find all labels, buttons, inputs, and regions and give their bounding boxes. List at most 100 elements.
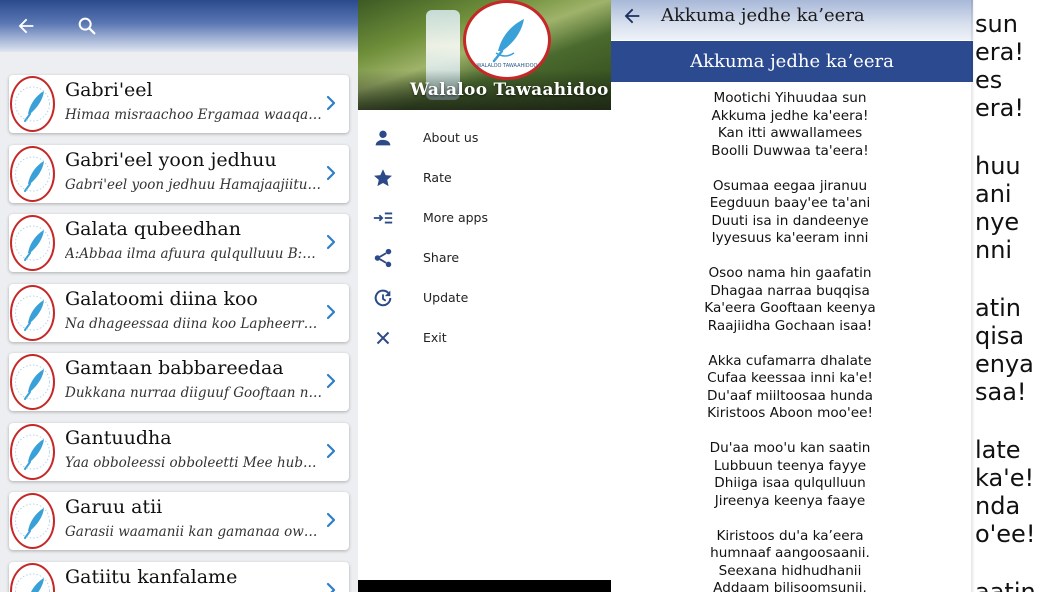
share-icon: [372, 247, 394, 269]
drawer-menu-item[interactable]: Rate: [358, 158, 611, 198]
detail-app-bar-title: Akkuma jedhe ka’eera: [661, 5, 865, 26]
background-enlarged-lyrics: sun era! es era! huu ani nye nni atin qisa enya saa…: [975, 0, 1052, 592]
lyric-stanza: Mootichi Yihuudaa sun Akkuma jedhe ka'eer…: [611, 90, 969, 160]
list-app-bar: [0, 0, 358, 52]
chevron-right-icon: [326, 304, 336, 319]
lyric-line: Iyyesuus ka'eeram inni: [711, 230, 869, 246]
list-item[interactable]: Galata qubeedhan A:Abbaa ilma afuura qulq…: [9, 214, 349, 272]
drawer-menu-item[interactable]: Share: [358, 238, 611, 278]
drawer-header: WALALOO TAWAAHIDOO Walaloo Tawaahidoo: [358, 0, 611, 110]
lyric-line: Duuti isa in dandeenye: [711, 212, 869, 229]
song-logo-icon: [10, 562, 55, 592]
lyric-line: Mootichi Yihuudaa sun: [713, 90, 867, 106]
lyric-stanza: Osoo nama hin gaafatin Dhagaa narraa buqq…: [611, 265, 969, 335]
lyric-line: Dhagaa narraa buqqisa: [710, 282, 870, 299]
app-logo: WALALOO TAWAAHIDOO: [463, 0, 551, 80]
chevron-right-icon: [326, 582, 336, 592]
enlarged-lyric-line: atin: [975, 294, 1021, 322]
drawer-menu-label: Share: [423, 250, 460, 265]
chevron-right-icon: [326, 512, 336, 528]
lyric-line: Kiristoos du'a ka’eera: [716, 527, 864, 544]
chevron-right-icon: [326, 165, 336, 180]
arrow-left-icon[interactable]: [12, 12, 40, 40]
logo-lettering: WALALOO TAWAAHIDOO: [477, 63, 538, 69]
drawer-menu-label: Rate: [423, 170, 452, 185]
song-logo-icon: [10, 423, 55, 480]
update-icon: [372, 287, 394, 309]
list-item[interactable]: Gabri'eel yoon jedhuu Gabri'eel yoon jedh…: [9, 144, 349, 203]
list-item-title: Garuu atii: [65, 496, 163, 518]
song-list-panel: Gabri'eel Himaa misraachoo Ergamaa waaqa …: [0, 0, 358, 592]
list-item-title: Gabri'eel yoon jedhuu: [65, 148, 277, 171]
enlarged-lyric-line: nda: [975, 492, 1021, 520]
lyric-line: Akka cufamarra dhalate: [708, 352, 872, 369]
lyric-line: Osoo nama hin gaafatin: [708, 265, 872, 281]
song-title-band: Akkuma jedhe ka’eera: [611, 41, 973, 82]
list-item-subtitle: Himaa misraachoo Ergamaa waaqa Taj...: [65, 107, 323, 123]
lyric-line: Lubbuun teenya fayye: [713, 457, 867, 474]
list-item[interactable]: Gabri'eel Himaa misraachoo Ergamaa waaqa …: [9, 75, 349, 133]
chevron-right-icon: [326, 373, 336, 389]
song-logo-icon: [10, 354, 55, 410]
navigation-bar: [358, 580, 611, 592]
list-item-subtitle: Dukkana nurraa diiguuf Gooftaan nuuf d..…: [65, 385, 323, 401]
chevron-right-icon: [326, 95, 336, 111]
lyric-line: Osumaa eegaa jiranuu: [712, 177, 868, 194]
drawer-menu-label: More apps: [423, 210, 489, 225]
enlarged-lyric-line: late: [975, 436, 1021, 464]
song-detail-panel: Akkuma jedhe ka’eera Akkuma jedhe ka’eer…: [611, 0, 1052, 592]
list-item-title: Gabri'eel: [65, 79, 153, 101]
lyric-line: Seexana hidhudhanii: [718, 562, 862, 579]
list-item-subtitle: Garasii waamanii kan gamanaa owwaat...: [65, 524, 323, 540]
list-item[interactable]: Gamtaan babbareedaa Dukkana nurraa diiguu…: [9, 353, 349, 411]
lyric-line: Akkuma jedhe ka'eera!: [711, 107, 869, 124]
lyric-stanza: Akka cufamarra dhalate Cufaa keessaa inni…: [611, 353, 969, 423]
drawer-menu-item[interactable]: More apps: [358, 198, 611, 238]
song-logo-icon: [10, 215, 55, 271]
star-icon: [372, 167, 394, 189]
list-item-subtitle: Na dhageessaa diina koo Lapheerran si...: [65, 315, 323, 332]
drawer-app-name: Walaloo Tawaahidoo: [410, 80, 609, 100]
list-item-title: Galatoomi diina koo: [65, 287, 258, 310]
enlarged-lyric-line: nni: [975, 236, 1013, 264]
enlarged-lyric-line: saa!: [975, 378, 1027, 406]
person-icon: [372, 127, 394, 149]
drawer-menu-label: Update: [423, 290, 469, 305]
list-item[interactable]: Gantuudha Yaa obboleessi obboleetti Mee h…: [9, 422, 349, 481]
enlarged-lyric-line: qisa: [975, 322, 1025, 350]
list-item-title: Galata qubeedhan: [65, 218, 241, 240]
list-item-title: Gantuudha: [65, 426, 172, 449]
drawer-menu-label: Exit: [423, 330, 447, 345]
list-item-subtitle: A:Abbaa ilma afuura qulqulluuu B:Barre..…: [65, 246, 323, 262]
lyric-line: Eegduun baay'ee ta'ani: [709, 195, 871, 211]
drawer-menu-item[interactable]: Exit: [358, 318, 611, 358]
enlarged-lyric-line: o'ee!: [975, 520, 1036, 548]
list-item-title: Gatiitu kanfalame: [65, 565, 238, 588]
song-logo-icon: [10, 493, 55, 549]
lyric-line: Boolli Duwwaa ta'eera!: [711, 142, 869, 159]
list-item[interactable]: Garuu atii Garasii waamanii kan gamanaa o…: [9, 492, 349, 550]
lyric-stanza: Kiristoos du'a ka’eera humnaaf aangoosaan…: [611, 528, 969, 592]
enlarged-lyric-line: sun: [975, 10, 1018, 38]
list-item[interactable]: Galatoomi diina koo Na dhageessaa diina k…: [9, 283, 349, 342]
list-item-title: Gamtaan babbareedaa: [65, 357, 284, 379]
more-apps-icon: [372, 207, 394, 229]
lyric-line: Kan itti awwallamees: [717, 125, 863, 141]
enlarged-lyric-line: es: [975, 66, 1003, 94]
lyric-line: Jireenya keenya faaye: [714, 492, 866, 509]
song-title: Akkuma jedhe ka’eera: [690, 51, 894, 72]
list-item-subtitle: Yaa obboleessi obboleetti Mee hubadhu a.…: [65, 454, 323, 471]
search-icon[interactable]: [73, 12, 101, 40]
arrow-left-icon[interactable]: [621, 5, 643, 27]
drawer-menu-item[interactable]: Update: [358, 278, 611, 318]
enlarged-lyric-line: nye: [975, 208, 1020, 236]
list-item[interactable]: Gatiitu kanfalame: [9, 561, 349, 592]
drawer-menu-item[interactable]: About us: [358, 118, 611, 158]
enlarged-lyric-line: huu: [975, 152, 1021, 180]
song-logo-icon: [10, 145, 55, 202]
lyric-stanza: Osumaa eegaa jiranuu Eegduun baay'ee ta'a…: [611, 178, 969, 248]
enlarged-lyric-line: era!: [975, 94, 1024, 122]
list-item-subtitle: Gabri'eel yoon jedhuu Hamajaajiitu dhip.…: [65, 176, 323, 193]
lyric-line: Cufaa keessaa inni ka'e!: [707, 370, 873, 386]
song-logo-icon: [10, 76, 55, 132]
